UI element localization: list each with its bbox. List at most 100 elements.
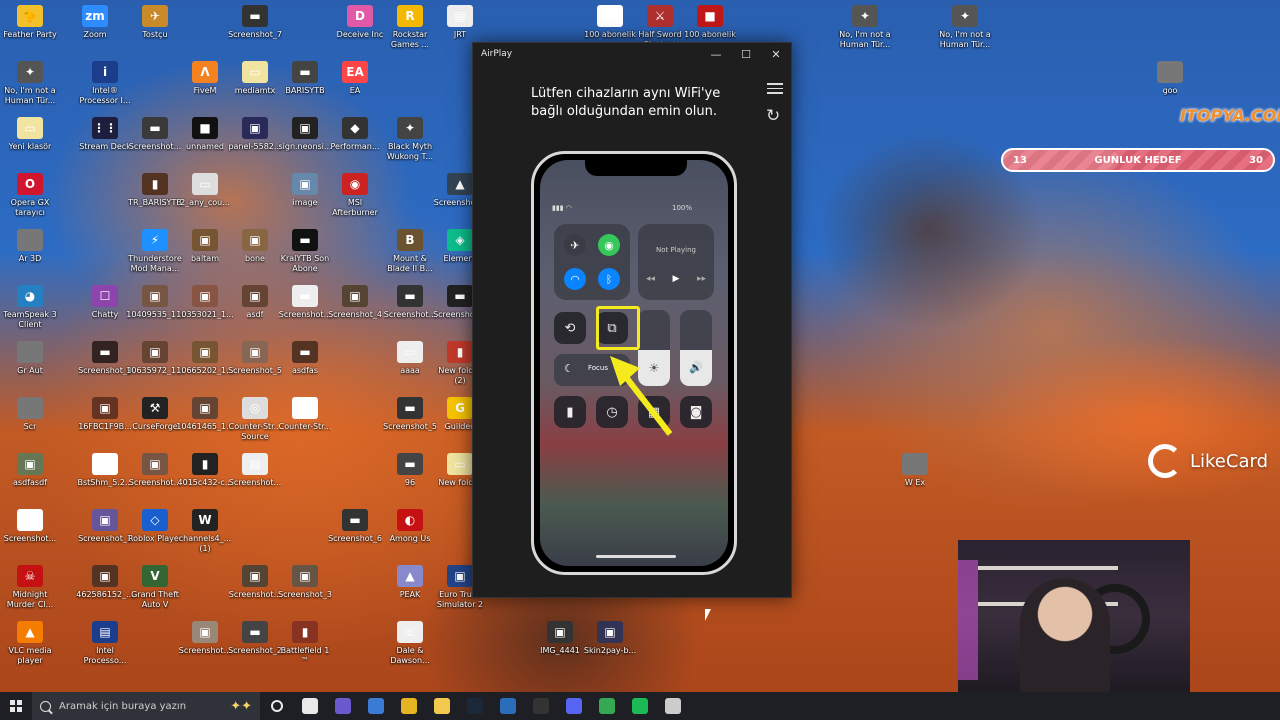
desktop-icon[interactable]: ✦ No, I'm not a Human Tür... — [837, 5, 893, 50]
desktop-icon[interactable]: ▭ Yeni klasör — [2, 117, 58, 152]
cortana-button[interactable] — [260, 692, 293, 720]
airplay-titlebar[interactable]: AirPlay — ☐ ✕ — [473, 43, 791, 65]
desktop-icon[interactable]: ✦ No, I'm not a Human Tür... — [2, 61, 58, 106]
menu-icon[interactable] — [767, 83, 783, 95]
close-button[interactable]: ✕ — [761, 43, 791, 65]
taskbar-search[interactable]: Aramak için buraya yazın ✦✦ — [32, 692, 260, 720]
desktop-icon[interactable]: B Mount & Blade II B... — [382, 229, 438, 274]
desktop-icon[interactable]: ▬ Screenshot... — [2, 509, 58, 544]
desktop-icon[interactable]: Gr Aut — [2, 341, 58, 376]
desktop-icon[interactable]: ☐ Chatty — [77, 285, 133, 320]
desktop-icon[interactable]: W Ex — [887, 453, 943, 488]
desktop-icon[interactable]: ⚡ Thunderstore Mod Mana... — [127, 229, 183, 274]
taskbar-button[interactable] — [425, 692, 458, 720]
desktop-icon[interactable]: R Rockstar Games ... — [382, 5, 438, 50]
desktop-icon[interactable]: 🐤 Feather Party — [2, 5, 58, 40]
taskbar-button[interactable] — [392, 692, 425, 720]
desktop-icon[interactable]: EA EA — [327, 61, 383, 96]
desktop-icon[interactable]: ▮ TR_BARISYTB — [127, 173, 183, 208]
desktop-icon[interactable]: ▣ IMG_4441 — [532, 621, 588, 656]
desktop-icon[interactable]: ▬ asdfas — [277, 341, 333, 376]
desktop-icon[interactable]: ▤ Screenshot... — [227, 453, 283, 488]
desktop-icon[interactable]: ▬ Screenshot_2 — [227, 621, 283, 656]
desktop-icon[interactable]: ▬ Screenshot_7 — [227, 5, 283, 40]
desktop-icon[interactable]: ▬ KralYTB Son Abone — [277, 229, 333, 274]
desktop-icon[interactable]: ▣ Screenshot_3 — [277, 565, 333, 600]
desktop-icon[interactable]: ▲ PEAK — [382, 565, 438, 600]
desktop-icon[interactable]: ▣ Screenshot_5 — [227, 341, 283, 376]
desktop-icon[interactable]: ◕ TeamSpeak 3 Client — [2, 285, 58, 330]
desktop-icon[interactable]: ■ 100 abonelik — [682, 5, 738, 40]
desktop-icon[interactable]: ▶ 100 abonelik — [582, 5, 638, 40]
desktop-icon[interactable]: ⋮⋮ Stream Deck — [77, 117, 133, 152]
desktop-icon[interactable]: ▬ Screenshot_5 — [382, 397, 438, 432]
taskbar-button[interactable] — [293, 692, 326, 720]
desktop-icon[interactable]: ▣ 462586152_... — [76, 565, 134, 600]
desktop-icon[interactable]: ◎ Counter-Str... Source — [227, 397, 283, 442]
desktop-icon[interactable]: goo — [1142, 61, 1198, 96]
desktop-icon[interactable]: ▤ BstShm_5.2... — [77, 453, 133, 488]
desktop-icon[interactable]: ✦ No, I'm not a Human Tür... — [937, 5, 993, 50]
desktop-icon[interactable]: ▭ mediamtx — [227, 61, 283, 96]
desktop-icon[interactable]: ▣ baltam — [177, 229, 233, 264]
desktop-icon[interactable]: ▬ Screenshot... — [127, 117, 183, 152]
desktop-icon[interactable]: ▣ sign.neonsi... — [277, 117, 333, 152]
desktop-icon[interactable]: ◇ Roblox Player — [127, 509, 183, 544]
desktop-icon[interactable]: ◆ Performan... — [327, 117, 383, 152]
desktop-icon[interactable]: ✦ Black Myth Wukong T... — [382, 117, 438, 162]
desktop-icon[interactable]: ▬ Screenshot_6 — [327, 509, 383, 544]
desktop-icon[interactable]: V Grand Theft Auto V — [127, 565, 183, 610]
desktop-icon[interactable]: ☠ Midnight Murder Cl... — [2, 565, 58, 610]
desktop-icon[interactable]: ▲ VLC media player — [2, 621, 58, 666]
desktop-icon[interactable]: ▣ Skin2pay-b... — [582, 621, 638, 656]
desktop-icon[interactable]: Λ FiveM — [177, 61, 233, 96]
desktop-icon[interactable]: ▣ asdf — [227, 285, 283, 320]
desktop-icon[interactable]: ▤ JRT — [432, 5, 488, 40]
desktop-icon[interactable]: ▣ asdfasdf — [2, 453, 58, 488]
desktop-icon[interactable]: ▣ 10635972_1... — [126, 341, 184, 376]
taskbar-button[interactable] — [557, 692, 590, 720]
desktop-icon[interactable]: ▭ aaaa — [382, 341, 438, 376]
desktop-icon[interactable]: ◉ MSI Afterburner — [327, 173, 383, 218]
desktop-icon[interactable]: ▣ Screenshot_4 — [327, 285, 383, 320]
desktop-icon[interactable]: ◐ Among Us — [382, 509, 438, 544]
desktop-icon[interactable]: D Deceive Inc — [332, 5, 388, 40]
desktop-icon[interactable]: ▬ 96 — [382, 453, 438, 488]
desktop-icon[interactable]: ⚒ CurseForge — [127, 397, 183, 432]
desktop-icon[interactable]: ▣ 10665202_1... — [176, 341, 234, 376]
desktop-icon[interactable]: ▣ Screenshot... — [177, 621, 233, 656]
start-button[interactable] — [0, 692, 32, 720]
maximize-button[interactable]: ☐ — [731, 43, 761, 65]
desktop-icon[interactable]: ▣ Screenshot... — [227, 565, 283, 600]
desktop-icon[interactable]: Wchannels4_... (1) — [177, 509, 233, 554]
desktop-icon[interactable]: ■ unnamed — [177, 117, 233, 152]
desktop-icon[interactable]: Ar 3D — [2, 229, 58, 264]
desktop-icon[interactable]: ▣ 10409535_1... — [126, 285, 184, 320]
desktop-icon[interactable]: ▭ 2_any_cou... — [177, 173, 233, 208]
desktop-icon[interactable]: ✈ Counter-Str... — [277, 397, 333, 432]
desktop-icon[interactable]: ▮ Battlefield 1 ™ — [277, 621, 333, 666]
desktop-icon[interactable]: ▣ 10461465_1... — [176, 397, 234, 432]
desktop-icon[interactable]: ▣ image — [277, 173, 333, 208]
desktop-icon[interactable]: Scr — [2, 397, 58, 432]
desktop-icon[interactable]: ▣ Screenshot... — [127, 453, 183, 488]
refresh-icon[interactable]: ↻ — [766, 107, 784, 125]
desktop-icon[interactable]: ☏ Dale & Dawson... — [382, 621, 438, 666]
desktop-icon[interactable]: zm Zoom — [67, 5, 123, 40]
taskbar-button[interactable] — [326, 692, 359, 720]
minimize-button[interactable]: — — [701, 43, 731, 65]
desktop-icon[interactable]: ▣ 10353021_1... — [176, 285, 234, 320]
desktop-icon[interactable]: ▮ 4015c432-c... — [177, 453, 233, 488]
desktop-icon[interactable]: i Intel® Processor I... — [77, 61, 133, 106]
desktop-icon[interactable]: ▬ Screenshot... — [277, 285, 333, 320]
desktop-icon[interactable]: ▬ Screenshot... — [382, 285, 438, 320]
desktop-icon[interactable]: ✈ Tostçu — [127, 5, 183, 40]
taskbar-button[interactable] — [590, 692, 623, 720]
taskbar-button[interactable] — [458, 692, 491, 720]
desktop-icon[interactable]: ▬ BARISYTB — [277, 61, 333, 96]
desktop-icon[interactable]: ▣ bone — [227, 229, 283, 264]
taskbar-button[interactable] — [524, 692, 557, 720]
desktop-icon[interactable]: ▬ Screenshot_9 — [77, 341, 133, 376]
taskbar-button[interactable] — [491, 692, 524, 720]
desktop-icon[interactable]: ▣ 16FBC1F9B... — [77, 397, 133, 432]
